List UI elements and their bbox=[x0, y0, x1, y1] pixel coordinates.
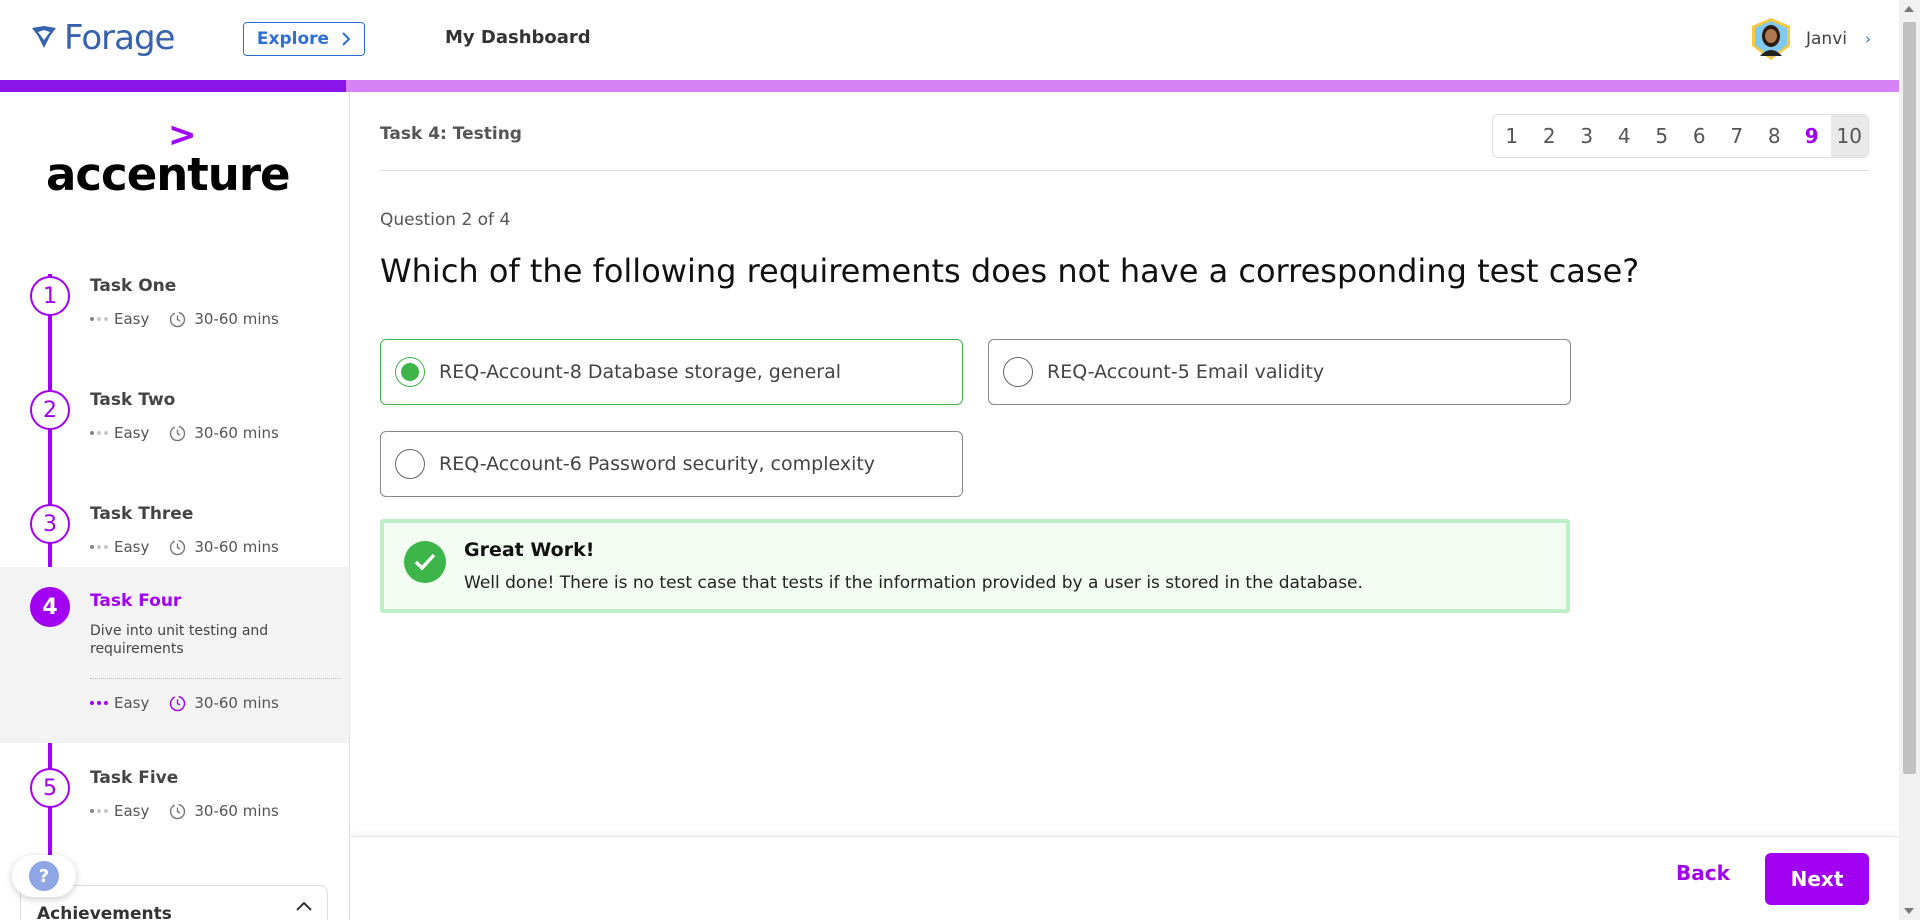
question-counter: Question 2 of 4 bbox=[380, 210, 511, 230]
duration-label: 30-60 mins bbox=[194, 802, 279, 820]
task-meta: Easy 30-60 mins bbox=[90, 424, 279, 442]
achievements-label: Achievements bbox=[37, 904, 172, 920]
clock-icon bbox=[170, 539, 186, 555]
task-meta: Easy 30-60 mins bbox=[90, 310, 279, 328]
page-number-3[interactable]: 3 bbox=[1568, 115, 1606, 157]
difficulty-label: Easy bbox=[114, 694, 150, 712]
divider bbox=[90, 678, 340, 679]
radio-button[interactable] bbox=[1003, 357, 1033, 387]
task-title: Task Three bbox=[90, 504, 194, 524]
page-number-1[interactable]: 1 bbox=[1493, 115, 1531, 157]
chevron-right-icon bbox=[342, 32, 351, 46]
task-meta: Easy 30-60 mins bbox=[90, 538, 279, 556]
radio-button[interactable] bbox=[395, 357, 425, 387]
scroll-up-icon[interactable] bbox=[1904, 6, 1914, 12]
answer-option[interactable]: REQ-Account-5 Email validity bbox=[988, 339, 1571, 405]
option-label: REQ-Account-8 Database storage, general bbox=[439, 361, 841, 383]
help-button[interactable]: ? bbox=[12, 855, 76, 897]
difficulty-dots-icon bbox=[90, 701, 108, 705]
page-number-7[interactable]: 7 bbox=[1718, 115, 1756, 157]
app-root: Forage Explore My Dashboard Janvi › > ac… bbox=[0, 0, 1920, 920]
progress-fill bbox=[0, 80, 346, 92]
sidebar-item-task-two[interactable]: 2 Task Two Easy 30-60 mins bbox=[0, 366, 349, 476]
duration-label: 30-60 mins bbox=[194, 538, 279, 556]
task-meta: Easy 30-60 mins bbox=[90, 694, 279, 712]
task-number: 5 bbox=[30, 768, 70, 808]
feedback-title: Great Work! bbox=[464, 539, 595, 561]
clock-icon bbox=[170, 695, 186, 711]
difficulty-label: Easy bbox=[114, 802, 150, 820]
page-number-9[interactable]: 9 bbox=[1793, 115, 1831, 157]
task-number: 4 bbox=[30, 587, 70, 627]
clock-icon bbox=[170, 425, 186, 441]
page-number-4[interactable]: 4 bbox=[1606, 115, 1644, 157]
task-number: 3 bbox=[30, 504, 70, 544]
task-description: Dive into unit testing and requirements bbox=[90, 623, 269, 657]
page-navigator: 1 2 3 4 5 6 7 8 9 10 bbox=[1492, 114, 1869, 158]
feedback-banner: Great Work! Well done! There is no test … bbox=[380, 519, 1570, 613]
clock-icon bbox=[170, 311, 186, 327]
option-label: REQ-Account-6 Password security, complex… bbox=[439, 453, 876, 475]
task-number: 1 bbox=[30, 276, 70, 316]
answer-option[interactable]: REQ-Account-8 Database storage, general bbox=[380, 339, 963, 405]
scroll-down-icon[interactable] bbox=[1904, 908, 1914, 914]
difficulty-dots-icon bbox=[90, 317, 108, 321]
task-title: Task Five bbox=[90, 768, 179, 788]
answer-option[interactable]: REQ-Account-6 Password security, complex… bbox=[380, 431, 963, 497]
difficulty-label: Easy bbox=[114, 424, 150, 442]
brand-name: Forage bbox=[64, 18, 175, 58]
company-name: accenture bbox=[46, 148, 291, 201]
page-number-6[interactable]: 6 bbox=[1681, 115, 1719, 157]
my-dashboard-link[interactable]: My Dashboard bbox=[445, 27, 591, 48]
task-meta: Easy 30-60 mins bbox=[90, 802, 279, 820]
page-number-10[interactable]: 10 bbox=[1830, 115, 1868, 157]
radio-button[interactable] bbox=[395, 449, 425, 479]
difficulty-label: Easy bbox=[114, 538, 150, 556]
next-button[interactable]: Next bbox=[1765, 853, 1869, 905]
page-number-8[interactable]: 8 bbox=[1756, 115, 1794, 157]
task-title: Task One bbox=[90, 276, 177, 296]
back-button[interactable]: Back bbox=[1676, 861, 1730, 885]
difficulty-dots-icon bbox=[90, 545, 108, 549]
duration-label: 30-60 mins bbox=[194, 694, 279, 712]
user-name: Janvi bbox=[1806, 29, 1847, 49]
sidebar-item-task-one[interactable]: 1 Task One Easy 30-60 mins bbox=[0, 252, 349, 362]
duration-label: 30-60 mins bbox=[194, 424, 279, 442]
question-footer: Back Next bbox=[351, 836, 1899, 920]
explore-label: Explore bbox=[256, 29, 330, 49]
accenture-mark-icon: > bbox=[168, 115, 197, 155]
page-number-5[interactable]: 5 bbox=[1643, 115, 1681, 157]
duration-label: 30-60 mins bbox=[194, 310, 279, 328]
sidebar-item-task-four[interactable]: 4 Task Four Dive into unit testing and r… bbox=[0, 567, 349, 743]
divider bbox=[380, 170, 1869, 171]
explore-button[interactable]: Explore bbox=[243, 22, 365, 56]
radio-selected-icon bbox=[401, 363, 419, 381]
question-text: Which of the following requirements does… bbox=[380, 252, 1640, 290]
task-title: Task Two bbox=[90, 390, 176, 410]
option-label: REQ-Account-5 Email validity bbox=[1047, 361, 1325, 383]
clock-icon bbox=[170, 803, 186, 819]
help-icon: ? bbox=[29, 861, 59, 891]
page-scrollbar[interactable] bbox=[1899, 0, 1920, 920]
check-circle-icon bbox=[404, 541, 446, 583]
difficulty-dots-icon bbox=[90, 431, 108, 435]
difficulty-dots-icon bbox=[90, 809, 108, 813]
difficulty-label: Easy bbox=[114, 310, 150, 328]
task-title: Task Four bbox=[90, 591, 182, 611]
feedback-text: Well done! There is no test case that te… bbox=[464, 573, 1363, 593]
task-heading: Task 4: Testing bbox=[380, 124, 522, 144]
forage-mark-icon bbox=[32, 26, 56, 48]
page-number-2[interactable]: 2 bbox=[1531, 115, 1569, 157]
user-menu[interactable]: Janvi › bbox=[1748, 16, 1871, 62]
top-header: Forage Explore My Dashboard Janvi › bbox=[0, 0, 1899, 80]
forage-logo[interactable]: Forage bbox=[30, 18, 175, 58]
chevron-right-icon: › bbox=[1865, 30, 1871, 48]
avatar bbox=[1752, 18, 1790, 60]
task-number: 2 bbox=[30, 390, 70, 430]
course-progress-bar bbox=[0, 80, 1899, 92]
chevron-up-icon bbox=[296, 901, 312, 911]
task-sidebar: > accenture 1 Task One Easy 30-60 mins 2… bbox=[0, 92, 350, 920]
question-panel: Task 4: Testing 1 2 3 4 5 6 7 8 9 10 Question 2 o… bbox=[351, 92, 1899, 920]
scroll-thumb[interactable] bbox=[1903, 22, 1916, 774]
